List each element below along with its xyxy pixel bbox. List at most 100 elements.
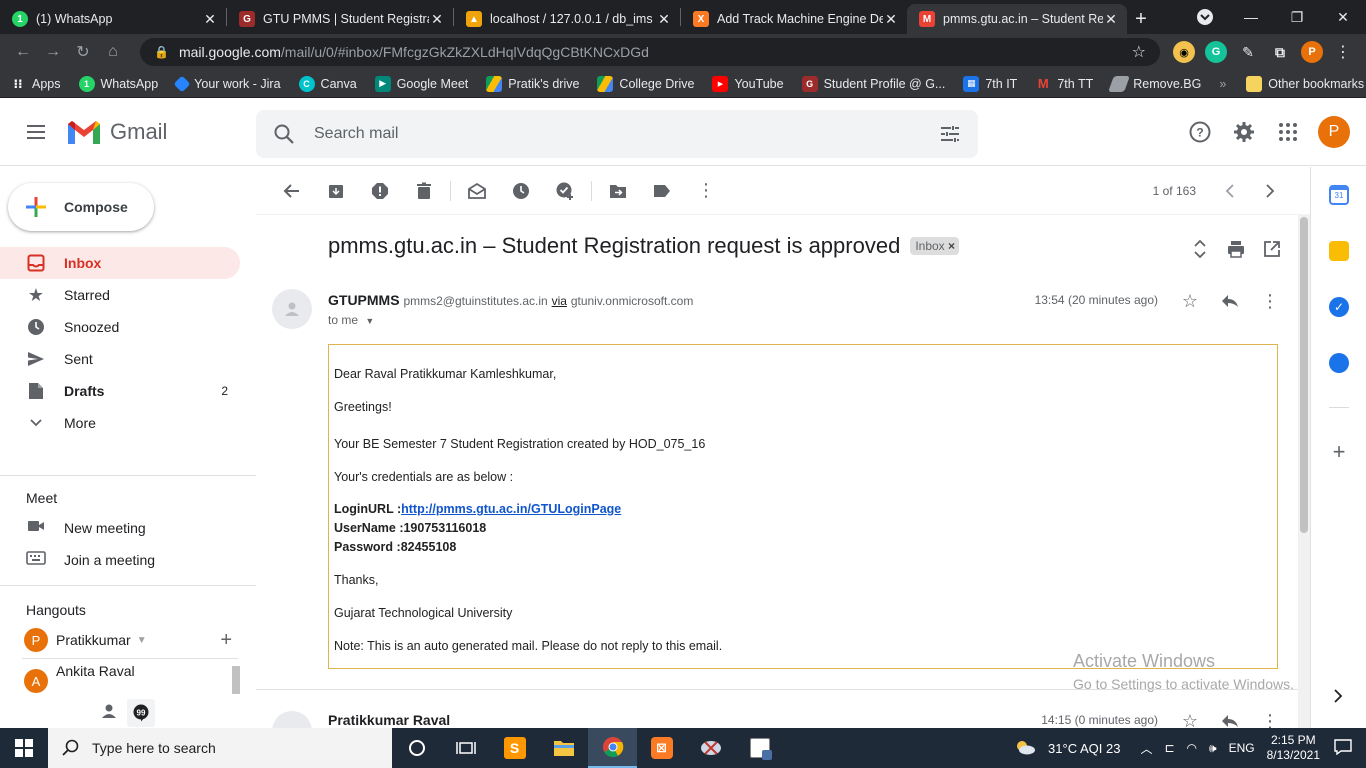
message-more-icon[interactable]: ⋮ (1250, 285, 1290, 317)
calculator-app-icon[interactable] (735, 728, 784, 768)
label-icon[interactable] (640, 171, 684, 211)
sidebar-item-starred[interactable]: ★ Starred (0, 279, 240, 311)
close-tab-icon[interactable]: ✕ (1103, 11, 1119, 28)
back-to-inbox-icon[interactable] (270, 171, 314, 211)
gmail-logo[interactable]: Gmail (66, 118, 256, 146)
sidebar-item-drafts[interactable]: Drafts 2 (0, 375, 240, 407)
sidebar-item-more[interactable]: More (0, 407, 240, 439)
close-tab-icon[interactable]: ✕ (202, 11, 218, 28)
show-side-panel-chevron-icon[interactable] (1333, 689, 1343, 706)
browser-tab-whatsapp[interactable]: 1 (1) WhatsApp ✕ (0, 4, 226, 34)
sidebar-item-sent[interactable]: Sent (0, 343, 240, 375)
bookmark-student-profile[interactable]: G Student Profile @ G... (801, 75, 945, 92)
search-options-icon[interactable] (938, 122, 962, 146)
bookmark-youtube[interactable]: ▶ YouTube (712, 75, 784, 92)
tab-search-icon[interactable] (1182, 0, 1228, 34)
settings-gear-icon[interactable] (1222, 110, 1266, 154)
reply-icon[interactable] (1210, 707, 1250, 728)
home-icon[interactable]: ⌂ (98, 37, 128, 67)
sender-name[interactable]: GTUPMMS (328, 292, 400, 308)
sender-avatar[interactable] (272, 289, 312, 329)
bookmark-removebg[interactable]: Remove.BG (1108, 75, 1201, 92)
cortana-icon[interactable] (392, 728, 441, 768)
expand-all-icon[interactable] (1182, 231, 1218, 267)
compose-button[interactable]: Compose (8, 183, 154, 231)
reply-sender-avatar[interactable] (272, 711, 312, 728)
sublime-text-icon[interactable]: S (490, 728, 539, 768)
join-meeting-button[interactable]: Join a meeting (0, 544, 256, 576)
more-actions-icon[interactable]: ⋮ (684, 171, 728, 211)
message-more-icon[interactable]: ⋮ (1250, 707, 1290, 729)
contacts-person-icon[interactable] (101, 703, 117, 724)
star-message-icon[interactable]: ☆ (1170, 285, 1210, 317)
recipient-line[interactable]: to me ▼ (328, 313, 374, 327)
browser-tab-gmail-active[interactable]: M pmms.gtu.ac.in – Student Req ✕ (907, 4, 1127, 34)
bookmark-google-meet[interactable]: ▶ Google Meet (374, 75, 468, 92)
delete-icon[interactable] (402, 171, 446, 211)
mark-unread-icon[interactable] (455, 171, 499, 211)
hangouts-scrollbar[interactable] (232, 666, 240, 694)
taskbar-search[interactable]: Type here to search (48, 728, 392, 768)
google-keep-icon[interactable] (1329, 241, 1349, 261)
main-menu-icon[interactable] (12, 108, 60, 156)
input-language[interactable]: ENG (1229, 741, 1255, 755)
archive-icon[interactable] (314, 171, 358, 211)
bookmark-7th-it[interactable]: ▦ 7th IT (963, 75, 1017, 92)
taskbar-search-input[interactable]: Type here to search (92, 740, 216, 756)
hangouts-user[interactable]: P Pratikkumar ▼ + (0, 624, 256, 656)
windows-start-icon[interactable] (0, 728, 48, 768)
browser-tab-gtu-pmms[interactable]: G GTU PMMS | Student Registra ✕ (227, 4, 453, 34)
bookmark-apps[interactable]: ⁝⁝ Apps (10, 76, 60, 92)
task-view-icon[interactable] (441, 728, 490, 768)
extension-g-icon[interactable]: G (1205, 41, 1227, 63)
close-tab-icon[interactable]: ✕ (656, 11, 672, 28)
bookmark-college-drive[interactable]: College Drive (597, 75, 694, 92)
file-explorer-icon[interactable] (539, 728, 588, 768)
back-icon[interactable]: ← (8, 37, 38, 67)
google-calendar-icon[interactable]: 31 (1329, 185, 1349, 205)
xampp-taskbar-icon[interactable]: ⊠ (637, 728, 686, 768)
sidebar-item-snoozed[interactable]: Snoozed (0, 311, 240, 343)
search-input[interactable]: Search mail (314, 125, 938, 143)
volume-icon[interactable]: 🕪 (1209, 741, 1217, 756)
user-dropdown-icon[interactable]: ▼ (137, 635, 147, 646)
snooze-icon[interactable] (499, 171, 543, 211)
print-icon[interactable] (1218, 231, 1254, 267)
add-to-tasks-icon[interactable] (543, 171, 587, 211)
bookmark-7th-tt[interactable]: M 7th TT (1035, 76, 1093, 92)
browser-menu-icon[interactable]: ⋮ (1328, 37, 1358, 67)
bookmark-jira[interactable]: Your work - Jira (173, 75, 281, 92)
new-meeting-button[interactable]: New meeting (0, 512, 256, 544)
wifi-icon[interactable]: ◠ (1187, 741, 1197, 755)
search-bar[interactable]: Search mail (256, 110, 978, 158)
older-chevron-right-icon[interactable] (1250, 171, 1290, 211)
snipping-tool-icon[interactable] (686, 728, 735, 768)
move-to-icon[interactable] (596, 171, 640, 211)
remove-label-icon[interactable]: × (948, 239, 955, 253)
hangouts-chat-icon[interactable]: 99 (127, 699, 155, 727)
help-icon[interactable]: ? (1178, 110, 1222, 154)
report-spam-icon[interactable] (358, 171, 402, 211)
login-url-link[interactable]: http://pmms.gtu.ac.in/GTULoginPage (401, 502, 621, 516)
bookmark-other[interactable]: Other bookmarks (1246, 75, 1364, 92)
bookmark-whatsapp[interactable]: 1 WhatsApp (78, 75, 158, 92)
browser-tab-add-track[interactable]: X Add Track Machine Engine De ✕ (681, 4, 907, 34)
close-window-icon[interactable]: ✕ (1320, 0, 1366, 34)
newer-chevron-left-icon[interactable] (1210, 171, 1250, 211)
extension-grammarly-icon[interactable]: ◉ (1173, 41, 1195, 63)
bookmark-canva[interactable]: C Canva (298, 75, 357, 92)
system-clock[interactable]: 2:15 PM 8/13/2021 (1267, 733, 1320, 763)
search-icon[interactable] (272, 122, 296, 146)
bookmark-pratiks-drive[interactable]: Pratik's drive (486, 75, 579, 92)
forward-icon[interactable]: → (38, 37, 68, 67)
more-bookmarks-icon[interactable]: » (1219, 77, 1226, 91)
minimize-icon[interactable]: — (1228, 0, 1274, 34)
google-contacts-icon[interactable] (1329, 353, 1349, 373)
bookmark-star-icon[interactable]: ☆ (1132, 42, 1146, 62)
chrome-taskbar-icon[interactable] (588, 728, 637, 768)
add-contact-icon[interactable]: + (220, 629, 232, 652)
address-bar[interactable]: 🔒 mail.google.com/mail/u/0/#inbox/FMfcgz… (140, 38, 1160, 66)
sidebar-item-inbox[interactable]: Inbox (0, 247, 240, 279)
scrollbar-thumb[interactable] (1300, 217, 1308, 533)
notifications-icon[interactable] (1334, 738, 1352, 758)
